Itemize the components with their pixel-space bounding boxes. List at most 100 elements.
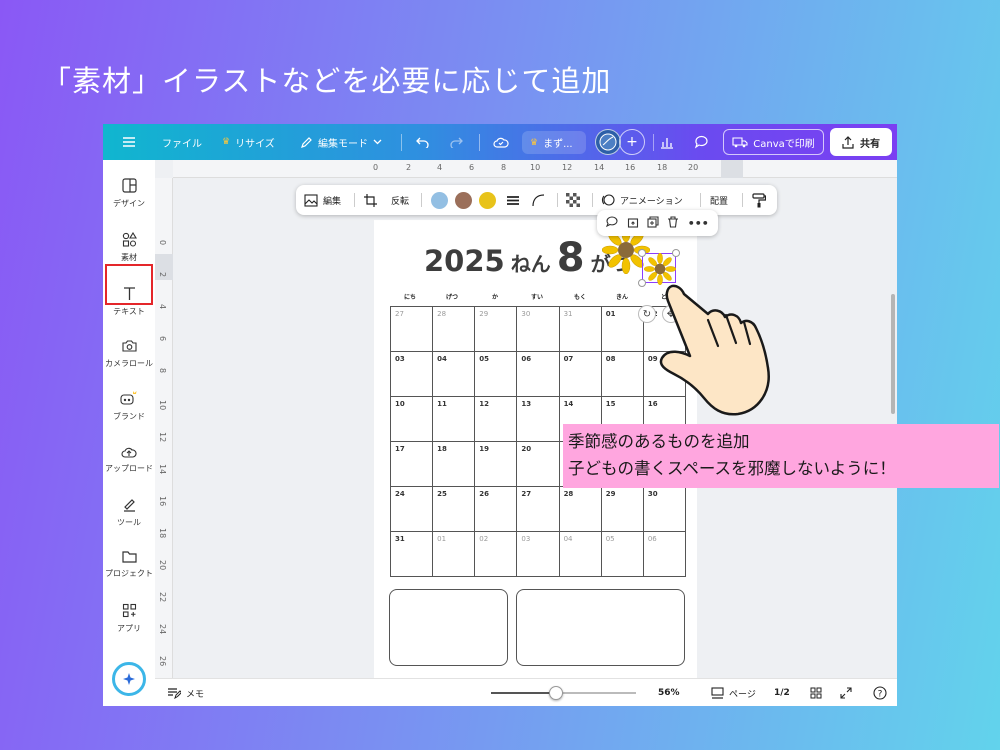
grid-icon (810, 687, 822, 699)
resize-handle[interactable] (638, 279, 646, 287)
slide-title: 「素材」イラストなどを必要に応じて追加 (42, 64, 612, 98)
redo-button[interactable] (449, 124, 464, 160)
avatar[interactable] (595, 129, 621, 155)
calendar-day-cell: 27 (516, 486, 560, 532)
lock-icon[interactable] (627, 216, 639, 231)
plus-icon: + (626, 134, 638, 150)
transparency-button[interactable] (566, 185, 580, 215)
calendar-day-cell: 18 (432, 441, 476, 487)
vertical-scrollbar[interactable] (891, 294, 895, 414)
memo-box-right[interactable] (516, 589, 685, 666)
calendar-day-cell: 31 (558, 306, 602, 352)
sidebar-item-tools[interactable]: ツール (103, 497, 155, 528)
calendar-day-cell: 17 (390, 441, 434, 487)
calendar-day-cell: 08 (600, 351, 644, 397)
calendar-day-cell: 05 (600, 531, 644, 577)
premium-feature-button[interactable]: ♛ まず... (522, 131, 586, 154)
zoom-level[interactable]: 56% (658, 679, 680, 706)
add-collaborator-button[interactable]: + (619, 129, 645, 155)
edit-mode-menu[interactable]: 編集モード (300, 124, 382, 160)
comment-add-icon[interactable] (606, 216, 618, 231)
trash-icon[interactable] (667, 215, 679, 231)
calendar-day-cell: 28 (558, 486, 602, 532)
transparency-icon (566, 193, 580, 207)
file-menu[interactable]: ファイル (162, 124, 202, 160)
lines-icon (507, 195, 519, 205)
resize-handle[interactable] (672, 249, 680, 257)
sidebar-item-text[interactable]: テキスト (103, 286, 155, 317)
elements-icon (122, 232, 137, 247)
share-icon (842, 135, 854, 149)
notes-button[interactable]: メモ (167, 679, 204, 706)
sidebar-item-camera-roll[interactable]: カメラロール (103, 339, 155, 369)
redo-icon (450, 137, 463, 148)
paint-format-button[interactable] (752, 185, 766, 215)
line-weight-button[interactable] (506, 185, 520, 215)
pointing-hand-illustration (659, 284, 770, 416)
calendar-day-cell: 07 (558, 351, 602, 397)
more-icon[interactable]: ••• (688, 217, 709, 230)
truck-icon (732, 136, 748, 147)
sidebar-item-brand[interactable]: ブランド (103, 390, 155, 422)
sidebar-item-design[interactable]: デザイン (103, 178, 155, 209)
calendar-day-cell: 06 (642, 531, 686, 577)
calendar-day-cell: 11 (432, 396, 476, 442)
resize-menu[interactable]: ♛ リサイズ (222, 124, 275, 160)
flip-button[interactable]: 反転 (391, 185, 409, 215)
undo-button[interactable] (415, 124, 430, 160)
insights-button[interactable] (660, 124, 674, 160)
crown-icon: ♛ (530, 137, 539, 148)
edit-image-button[interactable]: 編集 (304, 185, 341, 215)
calendar-day-cell: 13 (516, 396, 560, 442)
calendar-day-cell: 25 (432, 486, 476, 532)
magic-button[interactable] (112, 662, 146, 696)
sidebar-item-apps[interactable]: アプリ (103, 603, 155, 634)
paint-roller-icon (752, 192, 766, 207)
corner-curve-icon (532, 193, 545, 206)
crop-button[interactable] (364, 185, 377, 215)
pencil-icon (301, 136, 312, 148)
resize-handle[interactable] (638, 249, 646, 257)
cloud-save-button[interactable] (493, 124, 509, 160)
zoom-slider-thumb[interactable] (549, 686, 564, 700)
color-swatch-yellow[interactable] (479, 192, 496, 209)
pages-icon (711, 687, 724, 699)
share-button[interactable]: 共有 (830, 128, 892, 156)
zoom-slider[interactable] (491, 686, 636, 700)
grid-view-button[interactable] (810, 679, 822, 706)
svg-text:?: ? (878, 690, 883, 700)
calendar-day-cell: 30 (516, 306, 560, 352)
pages-button[interactable]: ページ (711, 679, 756, 706)
help-button[interactable]: ? (873, 679, 887, 706)
bottom-bar: メモ 56% ページ 1/2 ? (155, 678, 897, 706)
memo-box-left[interactable] (389, 589, 508, 666)
menu-button[interactable] (122, 124, 136, 160)
sparkle-icon (123, 673, 135, 685)
duplicate-icon[interactable] (647, 215, 659, 231)
sidebar: デザイン 素材 テキスト カメラロール ブランド アップロード ツール プロジェ… (103, 160, 155, 706)
color-swatch-brown[interactable] (455, 192, 472, 209)
ruler-left: 0 2 4 6 8 10 12 14 16 18 20 22 24 26 28 (155, 178, 173, 698)
calendar-day-cell: 19 (474, 441, 518, 487)
corner-button[interactable] (532, 185, 545, 215)
calendar-day-cell: 04 (432, 351, 476, 397)
calendar-day-cell: 27 (390, 306, 434, 352)
crown-icon: ♛ (222, 137, 231, 147)
sidebar-item-elements[interactable]: 素材 (103, 232, 155, 263)
notes-icon (168, 688, 181, 699)
tools-icon (123, 499, 135, 512)
apps-icon (122, 603, 136, 618)
calendar-day-cell: 06 (516, 351, 560, 397)
ruler-top: 0 2 4 6 8 10 12 14 16 18 20 (173, 160, 897, 178)
color-swatch-blue[interactable] (431, 192, 448, 209)
folder-icon (121, 551, 137, 563)
annotation-callout: 季節感のあるものを追加 子どもの書くスペースを邪魔しないように！ (563, 424, 999, 488)
sidebar-item-projects[interactable]: プロジェクト (103, 550, 155, 579)
comment-button[interactable] (694, 124, 709, 160)
fullscreen-button[interactable] (840, 679, 852, 706)
print-button[interactable]: Canvaで印刷 (723, 129, 824, 155)
calendar-day-cell: 29 (600, 486, 644, 532)
sidebar-item-upload[interactable]: アップロード (103, 445, 155, 474)
calendar-day-cell: 05 (474, 351, 518, 397)
hamburger-icon (123, 137, 135, 147)
